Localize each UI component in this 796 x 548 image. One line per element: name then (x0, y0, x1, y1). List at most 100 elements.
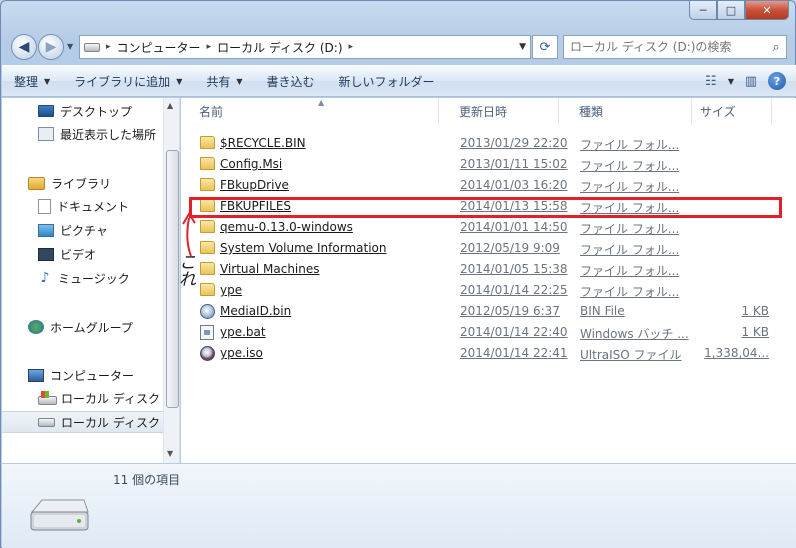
file-row[interactable]: ype 2014/01/14 22:25 ファイル フォル... (199, 280, 769, 301)
desktop-icon (38, 105, 54, 117)
file-size: 1 KB (741, 304, 769, 318)
breadcrumb-local-disk[interactable]: ローカル ディスク (D:) (217, 39, 342, 56)
breadcrumb-computer[interactable]: コンピューター (117, 39, 201, 56)
file-type: Windows バッチ ... (580, 327, 689, 341)
nav-item-local-disk-d[interactable]: ローカル ディスク (2, 411, 179, 433)
breadcrumb-separator[interactable]: ▸ (106, 42, 111, 52)
search-input[interactable] (570, 40, 766, 54)
nav-item-label: ビデオ (60, 247, 97, 262)
arrow-right-icon: ▶ (45, 39, 57, 55)
file-date: 2013/01/29 22:20 (460, 136, 568, 150)
file-row[interactable]: Virtual Machines 2014/01/05 15:38 ファイル フォル… (199, 259, 769, 280)
scroll-up-arrow[interactable]: ▲ (167, 101, 173, 110)
column-header-label: サイズ (700, 105, 736, 119)
organize-menu[interactable]: 整理 ▼ (2, 66, 62, 96)
nav-item-computer[interactable]: コンピューター (2, 364, 179, 386)
refresh-button[interactable]: ⟳ (532, 35, 558, 59)
file-name: Config.Msi (220, 157, 283, 171)
file-list-pane: ▲ 名前 更新日時 種類 サイズ $RECYCLE.BIN 2013/01/29 … (181, 98, 796, 463)
forward-button[interactable]: ▶ (38, 34, 64, 60)
file-size: 1 KB (741, 325, 769, 339)
help-icon[interactable]: ? (768, 72, 786, 90)
breadcrumb-separator[interactable]: ▸ (349, 42, 354, 52)
nav-item-label: ライブラリ (51, 176, 112, 191)
nav-item-recent-places[interactable]: 最近表示した場所 (2, 123, 179, 145)
view-options-icon[interactable]: ☷ (700, 70, 722, 92)
file-name: qemu-0.13.0-windows (220, 220, 353, 234)
bin-file-icon (200, 304, 215, 319)
command-bar: 整理 ▼ ライブラリに追加 ▼ 共有 ▼ 書き込む 新しいフォルダー ☷ ▼ ▥… (2, 65, 796, 97)
column-header-date[interactable]: 更新日時 (439, 98, 559, 125)
recent-pages-dropdown[interactable]: ▼ (67, 42, 73, 51)
file-row[interactable]: ype.iso 2014/01/14 22:41 UltraISO ファイル 1,33… (199, 343, 769, 364)
scroll-down-arrow[interactable]: ▼ (167, 449, 173, 458)
file-row[interactable]: MediaID.bin 2012/05/19 6:37 BIN File 1 KB (199, 301, 769, 322)
arrow-left-icon: ◀ (18, 39, 30, 55)
share-menu[interactable]: 共有 ▼ (194, 66, 254, 96)
nav-item-label: デスクトップ (60, 104, 133, 119)
preview-pane-icon[interactable]: ▥ (740, 70, 762, 92)
file-date: 2014/01/01 14:50 (460, 220, 568, 234)
add-to-library-menu[interactable]: ライブラリに追加 ▼ (62, 66, 194, 96)
nav-item-label: 最近表示した場所 (60, 127, 157, 142)
view-controls: ☷ ▼ ▥ ? (700, 70, 796, 92)
large-drive-icon (30, 499, 89, 531)
windows-drive-icon (38, 391, 57, 405)
nav-item-music[interactable]: ♪ ミュージック (2, 267, 179, 289)
file-date: 2014/01/14 22:40 (460, 325, 568, 339)
file-row[interactable]: ype.bat 2014/01/14 22:40 Windows バッチ ... 1 … (199, 322, 769, 343)
file-type: ファイル フォル... (580, 180, 680, 194)
file-type: ファイル フォル... (580, 201, 680, 215)
batch-file-icon (200, 325, 214, 340)
file-date: 2012/05/19 9:09 (460, 241, 560, 255)
search-box[interactable]: ⌕ (563, 35, 787, 59)
file-row[interactable]: System Volume Information 2012/05/19 9:09… (199, 238, 769, 259)
maximize-button[interactable]: □ (717, 1, 745, 20)
address-bar[interactable]: ▸ コンピューター ▸ ローカル ディスク (D:) ▸ ▼ (79, 35, 531, 59)
file-row[interactable]: qemu-0.13.0-windows 2014/01/01 14:50 ファイル … (199, 217, 769, 238)
burn-button[interactable]: 書き込む (255, 66, 327, 96)
nav-item-label: ローカル ディスク (61, 415, 160, 430)
file-name: FBKUPFILES (220, 199, 292, 213)
file-name: System Volume Information (220, 241, 387, 255)
navigation-pane: デスクトップ 最近表示した場所 ライブラリ ドキュメント ピクチャ ビデオ ♪ … (2, 98, 180, 463)
file-date: 2012/05/19 6:37 (460, 304, 560, 318)
file-type: ファイル フォル... (580, 264, 680, 278)
nav-item-local-disk-c[interactable]: ローカル ディスク (2, 387, 179, 409)
minimize-button[interactable]: ─ (689, 1, 717, 20)
file-name: MediaID.bin (220, 304, 292, 318)
folder-icon (200, 157, 215, 170)
documents-icon (38, 198, 51, 214)
new-folder-button[interactable]: 新しいフォルダー (327, 66, 447, 96)
column-header-type[interactable]: 種類 (559, 98, 692, 125)
breadcrumb-separator[interactable]: ▸ (207, 42, 212, 52)
close-button[interactable]: ✕ (745, 1, 789, 20)
file-name: ype.iso (220, 346, 263, 360)
file-row[interactable]: $RECYCLE.BIN 2013/01/29 22:20 ファイル フォル... (199, 133, 769, 154)
back-button[interactable]: ◀ (11, 34, 37, 60)
explorer-window: ─ □ ✕ ◀ ▶ ▼ ▸ コンピューター ▸ ローカル ディスク (D:) ▸… (0, 0, 796, 548)
column-header-size[interactable]: サイズ (692, 98, 772, 125)
item-count: 11 個の項目 (113, 473, 181, 487)
nav-item-label: ローカル ディスク (61, 391, 160, 406)
file-row[interactable]: Config.Msi 2013/01/11 15:02 ファイル フォル... (199, 154, 769, 175)
file-row[interactable]: FBkupDrive 2014/01/03 16:20 ファイル フォル... (199, 175, 769, 196)
nav-item-label: ホームグループ (50, 320, 133, 335)
nav-item-libraries[interactable]: ライブラリ (2, 172, 179, 194)
file-row[interactable]: FBKUPFILES 2014/01/13 15:58 ファイル フォル... (199, 196, 769, 217)
nav-item-desktop[interactable]: デスクトップ (2, 100, 179, 122)
nav-item-documents[interactable]: ドキュメント (2, 195, 179, 217)
file-date: 2013/01/11 15:02 (460, 157, 568, 171)
address-history-dropdown[interactable]: ▼ (519, 42, 526, 52)
nav-item-videos[interactable]: ビデオ (2, 243, 179, 265)
add-to-library-label: ライブラリに追加 (74, 74, 171, 89)
nav-item-homegroup[interactable]: ホームグループ (2, 316, 179, 338)
nav-item-pictures[interactable]: ピクチャ (2, 219, 179, 241)
column-header-name[interactable]: 名前 (181, 98, 439, 125)
file-date: 2014/01/14 22:25 (460, 283, 568, 297)
search-icon[interactable]: ⌕ (766, 40, 786, 55)
nav-item-label: ミュージック (58, 271, 130, 286)
refresh-icon: ⟳ (539, 39, 551, 55)
music-icon: ♪ (40, 269, 50, 286)
chevron-down-icon[interactable]: ▼ (728, 77, 734, 86)
